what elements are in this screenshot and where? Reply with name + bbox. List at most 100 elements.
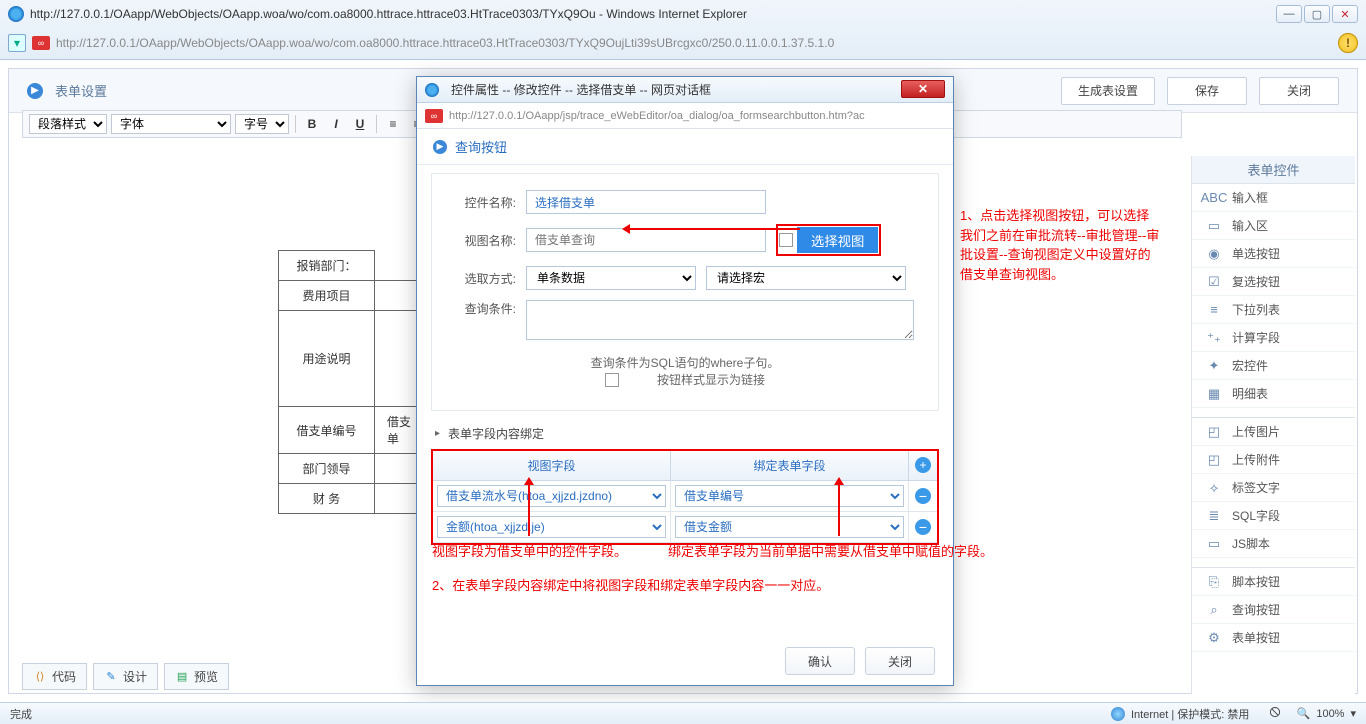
close-button[interactable]: 关闭: [1259, 77, 1339, 105]
ie-icon: [425, 83, 439, 97]
zoom-dropdown[interactable]: ▾: [1350, 707, 1356, 720]
check-icon: ☑: [1206, 275, 1222, 289]
sql-icon: ≣: [1206, 509, 1222, 523]
control-dropdown[interactable]: ≡下拉列表: [1192, 296, 1355, 324]
calc-icon: ⁺₊: [1206, 331, 1222, 345]
abc-icon: ABC: [1206, 191, 1222, 205]
protected-mode-icon[interactable]: 🛇: [1269, 704, 1280, 723]
dialog-url: http://127.0.0.1/OAapp/jsp/trace_eWebEdi…: [449, 110, 945, 122]
save-button[interactable]: 保存: [1167, 77, 1247, 105]
cancel-button[interactable]: 关闭: [865, 647, 935, 675]
control-macro[interactable]: ✦宏控件: [1192, 352, 1355, 380]
header-arrow-icon: ▶: [27, 83, 43, 99]
add-row-button[interactable]: +: [915, 457, 931, 473]
condition-textarea[interactable]: [526, 300, 914, 340]
underline-button[interactable]: U: [350, 114, 370, 134]
control-query-button[interactable]: ⌕查询按钮: [1192, 596, 1355, 624]
arrow-icon: ▶: [433, 140, 447, 154]
control-form-button[interactable]: ⚙表单按钮: [1192, 624, 1355, 652]
tab-preview[interactable]: ▤预览: [164, 663, 229, 690]
background-form-table: 报销部门： 费用项目 用途说明 借支单编号借支单 部门领导 财 务: [278, 250, 435, 514]
view-name-input[interactable]: [526, 228, 766, 252]
delete-row-button[interactable]: −: [915, 488, 931, 504]
zoom-icon[interactable]: 🔍: [1297, 707, 1311, 720]
maximize-button[interactable]: ▢: [1304, 5, 1330, 23]
panel-title: 表单控件: [1192, 156, 1355, 184]
js-icon: ▭: [1206, 537, 1222, 551]
generate-table-button[interactable]: 生成表设置: [1061, 77, 1155, 105]
control-input[interactable]: ABC输入框: [1192, 184, 1355, 212]
binding-section-header[interactable]: ▸ 表单字段内容绑定: [417, 419, 953, 449]
cell-finance: 财 务: [279, 484, 375, 514]
grid-icon: ▦: [1206, 387, 1222, 401]
control-calc[interactable]: ⁺₊计算字段: [1192, 324, 1355, 352]
control-label[interactable]: ⟡标签文字: [1192, 474, 1355, 502]
tab-design[interactable]: ✎设计: [93, 663, 158, 690]
form-controls-panel: 表单控件 ABC输入框 ▭输入区 ◉单选按钮 ☑复选按钮 ≡下拉列表 ⁺₊计算字…: [1191, 156, 1355, 694]
editor-mode-tabs: ⟨⟩代码 ✎设计 ▤预览: [22, 663, 229, 690]
status-done: 完成: [10, 706, 32, 722]
paragraph-style-select[interactable]: 段落样式: [29, 114, 107, 134]
address-bar: ▾ ∞ http://127.0.0.1/OAapp/WebObjects/OA…: [0, 28, 1366, 58]
control-js[interactable]: ▭JS脚本: [1192, 530, 1355, 558]
annotation-text-2-right: 绑定表单字段为当前单据中需要从借支单中赋值的字段。: [668, 542, 998, 562]
binding-row: 借支单流水号(htoa_xjjzd.jzdno) 借支单编号 −: [433, 481, 937, 512]
dialog-close-button[interactable]: ✕: [901, 80, 945, 98]
zoom-value: 100%: [1316, 708, 1344, 720]
annotation-text-3: 2、在表单字段内容绑定中将视图字段和绑定表单字段内容一一对应。: [432, 576, 829, 596]
dialog-titlebar[interactable]: 控件属性 -- 修改控件 -- 选择借支单 -- 网页对话框 ✕: [417, 77, 953, 103]
control-detail[interactable]: ▦明细表: [1192, 380, 1355, 408]
wand-icon: ⟡: [1206, 481, 1222, 495]
font-size-select[interactable]: 字号: [235, 114, 289, 134]
dialog-title: 控件属性 -- 修改控件 -- 选择借支单 -- 网页对话框: [451, 81, 895, 98]
ok-button[interactable]: 确认: [785, 647, 855, 675]
macro-dropdown[interactable]: 请选择宏: [706, 266, 906, 290]
col-form-field: 绑定表单字段: [671, 451, 909, 480]
close-button[interactable]: ✕: [1332, 5, 1358, 23]
delete-row-button[interactable]: −: [915, 519, 931, 535]
design-icon: ✎: [104, 671, 118, 683]
view-field-select-2[interactable]: 金额(htoa_xjjzd.je): [437, 516, 666, 538]
form-field-select-2[interactable]: 借支金额: [675, 516, 904, 538]
window-title: http://127.0.0.1/OAapp/WebObjects/OAapp.…: [30, 7, 1276, 21]
control-radio[interactable]: ◉单选按钮: [1192, 240, 1355, 268]
warning-badge-icon[interactable]: !: [1338, 33, 1358, 53]
macro-icon: ✦: [1206, 359, 1222, 373]
title-bar: http://127.0.0.1/OAapp/WebObjects/OAapp.…: [0, 0, 1366, 28]
font-select[interactable]: 字体: [111, 114, 231, 134]
window-status-bar: 完成 Internet | 保护模式: 禁用 🛇 🔍 100% ▾: [0, 702, 1366, 724]
minimize-button[interactable]: —: [1276, 5, 1302, 23]
security-shield-icon[interactable]: ▾: [8, 34, 26, 52]
browser-chrome: http://127.0.0.1/OAapp/WebObjects/OAapp.…: [0, 0, 1366, 60]
control-upload-file[interactable]: ◰上传附件: [1192, 446, 1355, 474]
tab-code[interactable]: ⟨⟩代码: [22, 663, 87, 690]
link-style-checkbox[interactable]: [605, 373, 619, 387]
script-icon: ⎘: [1206, 575, 1222, 589]
dialog-footer: 确认 关闭: [785, 647, 935, 675]
view-field-select-1[interactable]: 借支单流水号(htoa_xjjzd.jzdno): [437, 485, 666, 507]
globe-icon: [1111, 707, 1125, 721]
control-textarea[interactable]: ▭输入区: [1192, 212, 1355, 240]
control-script-button[interactable]: ⎘脚本按钮: [1192, 568, 1355, 596]
annotation-arrow-2b: [838, 480, 840, 536]
form-field-select-1[interactable]: 借支单编号: [675, 485, 904, 507]
control-sql[interactable]: ≣SQL字段: [1192, 502, 1355, 530]
search-icon: ⌕: [1206, 603, 1222, 617]
control-name-input[interactable]: [526, 190, 766, 214]
label-view-name: 视图名称:: [452, 232, 516, 249]
align-left-button[interactable]: ≡: [383, 114, 403, 134]
control-checkbox[interactable]: ☑复选按钮: [1192, 268, 1355, 296]
control-upload-image[interactable]: ◰上传图片: [1192, 418, 1355, 446]
select-mode-dropdown[interactable]: 单条数据: [526, 266, 696, 290]
col-view-field: 视图字段: [433, 451, 671, 480]
bold-button[interactable]: B: [302, 114, 322, 134]
select-view-button[interactable]: 选择视图: [797, 227, 878, 253]
ie-icon: [8, 6, 24, 22]
radio-icon: ◉: [1206, 247, 1222, 261]
dialog-address-bar: ∞ http://127.0.0.1/OAapp/jsp/trace_eWebE…: [417, 103, 953, 129]
url-text[interactable]: http://127.0.0.1/OAapp/WebObjects/OAapp.…: [56, 36, 1332, 50]
annotation-text-2-left: 视图字段为借支单中的控件字段。: [432, 542, 627, 562]
italic-button[interactable]: I: [326, 114, 346, 134]
code-icon: ⟨⟩: [33, 671, 47, 683]
view-checkbox[interactable]: [779, 233, 793, 247]
